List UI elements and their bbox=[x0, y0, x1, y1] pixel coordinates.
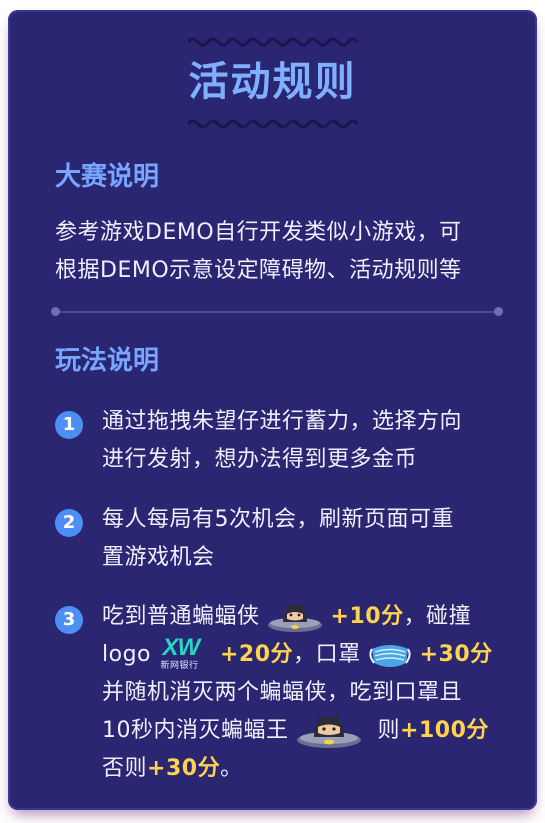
logo-caption: 新网银行 bbox=[160, 661, 199, 671]
rule-text-segment: 吃到普通蝙蝠侠 bbox=[102, 604, 260, 629]
rule-text-segment: 。 bbox=[220, 756, 243, 781]
intro-paragraph: 参考游戏DEMO自行开发类似小游戏，可 根据DEMO示意设定障碍物、活动规则等 bbox=[55, 214, 495, 290]
section-heading-intro: 大赛说明 bbox=[55, 162, 160, 192]
rule-text-segment: logo bbox=[102, 642, 151, 667]
title-banner: 活动规则 bbox=[8, 36, 537, 129]
score-highlight: +30分 bbox=[147, 756, 221, 781]
divider-dot bbox=[51, 307, 60, 316]
score-highlight: +10分 bbox=[330, 604, 404, 629]
intro-line: 参考游戏DEMO自行开发类似小游戏，可 bbox=[55, 220, 462, 245]
rule-number-badge: 2 bbox=[55, 509, 83, 537]
wave-decoration-bottom bbox=[188, 119, 358, 129]
rule-text: 通过拖拽朱望仔进行蓄力，选择方向 进行发射，想办法得到更多金币 bbox=[102, 403, 502, 479]
rule-line: 进行发射，想办法得到更多金币 bbox=[102, 447, 418, 472]
intro-line: 根据DEMO示意设定障碍物、活动规则等 bbox=[55, 258, 462, 283]
rule-text-segment: 则 bbox=[377, 718, 401, 743]
rule-text-segment: 否则 bbox=[102, 756, 148, 781]
rule-line: 并随机消灭两个蝙蝠侠，吃到口罩且 bbox=[102, 680, 463, 705]
score-highlight: +100分 bbox=[400, 718, 489, 743]
rules-card: 活动规则 大赛说明 参考游戏DEMO自行开发类似小游戏，可 根据DEMO示意设定… bbox=[8, 10, 537, 810]
batman-ufo-icon bbox=[268, 602, 323, 632]
rule-number-badge: 3 bbox=[55, 606, 83, 634]
page-title: 活动规则 bbox=[188, 59, 357, 105]
rule-line: 10秒内消灭蝙蝠王 则+100分 bbox=[102, 712, 522, 750]
face-mask-icon bbox=[369, 645, 411, 667]
divider-dot bbox=[494, 307, 503, 316]
wave-decoration-top bbox=[188, 37, 358, 47]
section-divider bbox=[51, 307, 503, 316]
batman-king-ufo-icon bbox=[297, 713, 361, 748]
rule-line: 每人每局有5次机会，刷新页面可重 bbox=[102, 507, 454, 532]
rule-text: 吃到普通蝙蝠侠 +10分，碰撞 logo XW 新网银行 +20分，口罩 +30… bbox=[102, 598, 522, 788]
rule-line: 通过拖拽朱望仔进行蓄力，选择方向 bbox=[102, 409, 463, 434]
rule-text: 每人每局有5次机会，刷新页面可重 置游戏机会 bbox=[102, 501, 502, 577]
section-heading-rules: 玩法说明 bbox=[55, 346, 160, 376]
rule-text-segment: 10秒内消灭蝙蝠王 bbox=[102, 718, 289, 743]
rule-text-segment: ，碰撞 bbox=[403, 604, 472, 629]
score-highlight: +20分 bbox=[220, 642, 294, 667]
rule-number-badge: 1 bbox=[55, 411, 83, 439]
rule-text-segment: ，口罩 bbox=[293, 642, 361, 667]
score-highlight: +30分 bbox=[419, 642, 493, 667]
rule-line: logo XW 新网银行 +20分，口罩 +30分 bbox=[102, 634, 522, 674]
xw-logo-icon: XW 新网银行 bbox=[160, 634, 211, 672]
rule-line: 置游戏机会 bbox=[102, 545, 215, 570]
logo-letters: XW bbox=[162, 634, 201, 661]
rule-line: 吃到普通蝙蝠侠 +10分，碰撞 bbox=[102, 598, 522, 636]
rule-line: 否则+30分。 bbox=[102, 750, 522, 788]
